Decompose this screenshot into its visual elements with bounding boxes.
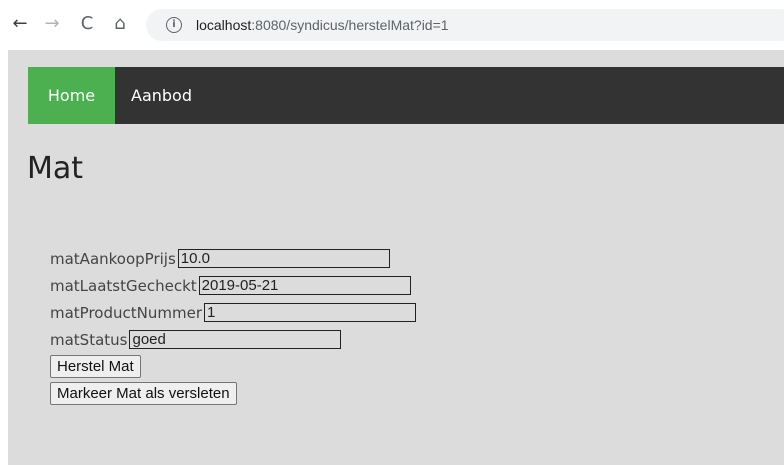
form-row-laatstgecheckt: matLaatstGecheckt	[50, 272, 416, 299]
form-row-status: matStatus	[50, 326, 416, 353]
field-label-laatstgecheckt: matLaatstGecheckt	[50, 276, 197, 295]
url-path: :8080/syndicus/herstelMat?id=1	[251, 17, 449, 33]
top-navbar: Home Aanbod	[28, 67, 784, 124]
form-row-aankoopprijs: matAankoopPrijs	[50, 245, 416, 272]
forward-arrow-icon[interactable]: →	[42, 14, 62, 34]
url-host: localhost	[196, 17, 252, 33]
markeer-versleten-button[interactable]: Markeer Mat als versleten	[50, 382, 237, 405]
url-text[interactable]: localhost:8080/syndicus/herstelMat?id=1	[196, 17, 449, 33]
field-label-aankoopprijs: matAankoopPrijs	[50, 249, 176, 268]
reload-icon[interactable]: C	[77, 14, 97, 34]
herstel-mat-button[interactable]: Herstel Mat	[50, 355, 141, 378]
address-bar[interactable]: i localhost:8080/syndicus/herstelMat?id=…	[146, 9, 784, 41]
form-row-productnummer: matProductNummer	[50, 299, 416, 326]
button-row-herstel: Herstel Mat	[50, 353, 416, 380]
field-label-productnummer: matProductNummer	[50, 303, 202, 322]
page-viewport: Home Aanbod Mat matAankoopPrijs matLaats…	[8, 50, 784, 465]
back-arrow-icon[interactable]: ←	[10, 14, 30, 34]
aankoopprijs-input[interactable]	[177, 249, 390, 268]
button-row-markeer: Markeer Mat als versleten	[50, 380, 416, 407]
info-icon[interactable]: i	[166, 17, 182, 33]
nav-link-home[interactable]: Home	[28, 67, 115, 124]
mat-form: matAankoopPrijs matLaatstGecheckt matPro…	[50, 245, 416, 407]
page-title: Mat	[27, 151, 84, 186]
status-input[interactable]	[129, 330, 342, 349]
productnummer-input[interactable]	[204, 303, 416, 322]
field-label-status: matStatus	[50, 330, 128, 349]
browser-toolbar: ← → C ⌂ i localhost:8080/syndicus/herste…	[0, 0, 784, 50]
home-icon[interactable]: ⌂	[110, 14, 130, 34]
laatstgecheckt-input[interactable]	[198, 276, 411, 295]
nav-link-aanbod[interactable]: Aanbod	[131, 67, 192, 124]
